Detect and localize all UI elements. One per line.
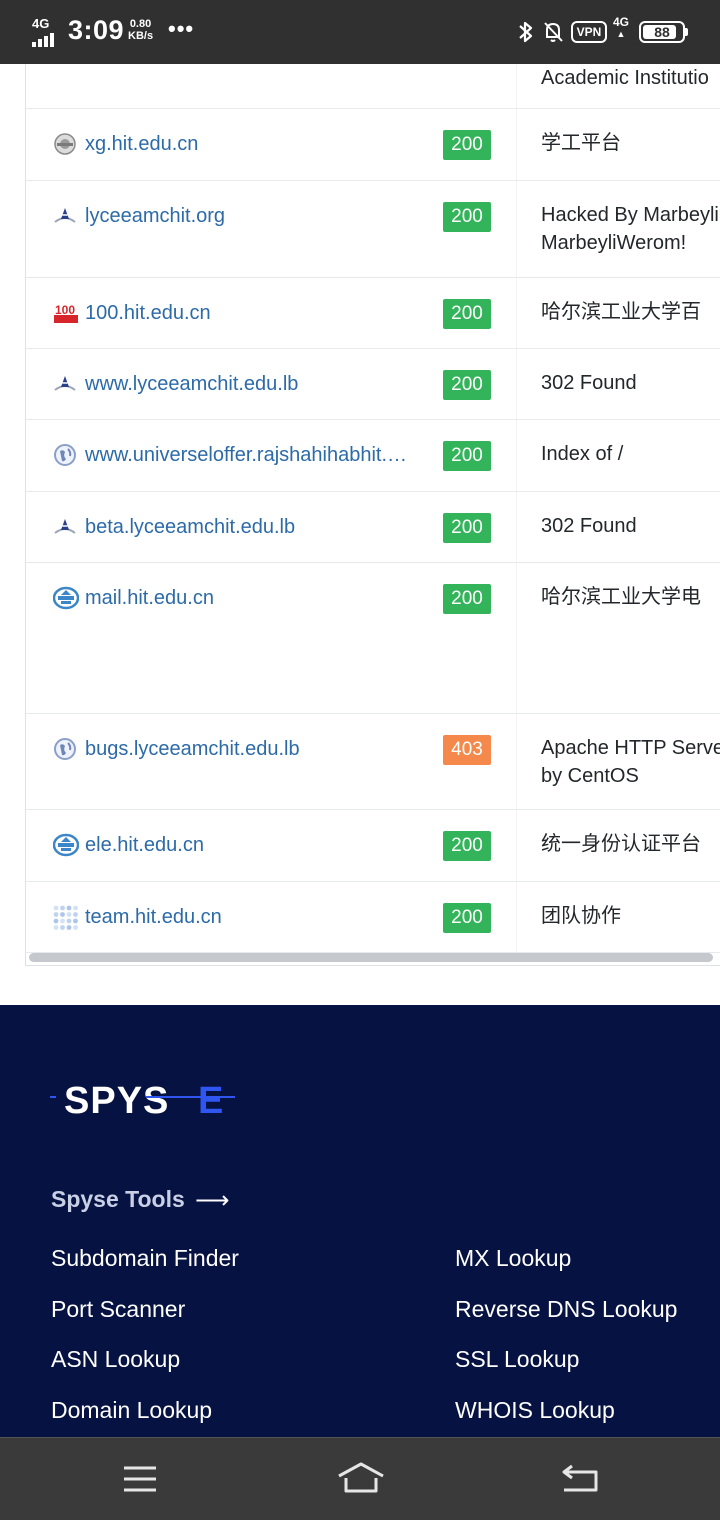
page-title-text: Apache HTTP Serve	[541, 737, 720, 759]
page-title-text-line2: by CentOS	[541, 765, 639, 787]
status-code-badge: 403	[443, 735, 491, 765]
status-code-badge: 200	[443, 903, 491, 933]
page-title-text: Academic Institutio	[541, 67, 709, 89]
more-notifications-icon: •••	[168, 16, 195, 41]
svg-text:E: E	[198, 1080, 223, 1119]
school-logo-icon	[53, 372, 77, 396]
table-row: mail.hit.edu.cn 200 哈尔滨工业大学电	[26, 563, 720, 714]
anniversary-icon: 100	[53, 301, 78, 325]
status-code-badge: 200	[443, 441, 491, 471]
table-row: bugs.lyceeamchit.edu.lb 403 Apache HTTP Se…	[26, 714, 720, 810]
footer-tool-link[interactable]: Domain Lookup	[51, 1397, 212, 1424]
android-navigation-bar	[0, 1437, 720, 1520]
menu-icon[interactable]	[118, 1458, 162, 1502]
footer-tool-link[interactable]: Port Scanner	[51, 1296, 185, 1323]
university-emblem-icon	[52, 833, 80, 857]
gear-emblem-icon	[53, 132, 77, 156]
footer-tool-link[interactable]: MX Lookup	[455, 1245, 571, 1272]
back-icon[interactable]	[558, 1458, 602, 1502]
status-code-badge: 200	[443, 299, 491, 329]
page-title-text: 302 Found	[541, 372, 637, 394]
vpn-indicator: VPN	[571, 21, 607, 43]
dots-grid-icon	[53, 905, 78, 930]
footer-tool-link[interactable]: ASN Lookup	[51, 1346, 180, 1373]
footer-tool-link[interactable]: Reverse DNS Lookup	[455, 1296, 677, 1323]
domain-link[interactable]: xg.hit.edu.cn	[85, 133, 198, 156]
status-code-badge: 200	[443, 130, 491, 160]
table-row: Academic Institutio	[26, 64, 720, 109]
page-title-text: 学工平台	[541, 132, 621, 154]
domain-link[interactable]: mail.hit.edu.cn	[85, 587, 214, 610]
school-logo-icon	[53, 515, 77, 539]
footer: SPYS E Spyse Tools ⟶ Subdomain Finder Por…	[0, 1005, 720, 1437]
battery-icon: 88	[639, 21, 688, 43]
page-title-text-line2: MarbeyliWerom!	[541, 232, 687, 254]
footer-tool-link[interactable]: WHOIS Lookup	[455, 1397, 615, 1424]
clock: 3:09	[68, 15, 125, 45]
status-code-badge: 200	[443, 513, 491, 543]
page-title-text: Hacked By Marbeyli	[541, 204, 719, 226]
table-row: www.universeloffer.rajshahihabhit.… 200 In…	[26, 420, 720, 492]
status-code-badge: 200	[443, 202, 491, 232]
school-logo-icon	[53, 204, 77, 228]
university-emblem-icon	[52, 586, 80, 610]
status-bar: 4G 3:09 0.80 KB/s ••• VPN 4G ▲ 88	[0, 0, 720, 64]
domain-link[interactable]: lyceeamchit.org	[85, 205, 225, 228]
table-row: lyceeamchit.org 200 Hacked By Marbeyli Marb…	[26, 181, 720, 278]
status-code-badge: 200	[443, 584, 491, 614]
mute-notifications-icon	[544, 22, 563, 42]
page-title-text: Index of /	[541, 443, 624, 465]
cellular-signal-icon: 4G	[30, 16, 54, 47]
globe-icon	[53, 443, 77, 467]
page-title-text: 团队协作	[541, 905, 621, 927]
page-title-text: 统一身份认证平台	[541, 833, 701, 855]
domain-link[interactable]: www.lyceeamchit.edu.lb	[85, 373, 298, 396]
domain-link[interactable]: 100.hit.edu.cn	[85, 302, 211, 325]
footer-tool-link[interactable]: Subdomain Finder	[51, 1245, 239, 1272]
domain-link[interactable]: beta.lyceeamchit.edu.lb	[85, 516, 295, 539]
bluetooth-icon	[519, 21, 533, 43]
page-title-text: 302 Found	[541, 515, 637, 537]
arrow-right-icon[interactable]: ⟶	[195, 1186, 229, 1215]
table-row: team.hit.edu.cn 200 团队协作	[26, 882, 720, 953]
table-row: ele.hit.edu.cn 200 统一身份认证平台	[26, 810, 720, 882]
footer-tool-link[interactable]: SSL Lookup	[455, 1346, 579, 1373]
domain-link[interactable]: team.hit.edu.cn	[85, 906, 222, 929]
network-speed: 0.80 KB/s	[128, 18, 154, 42]
mobile-data-icon: 4G ▲	[613, 15, 630, 39]
subdomains-table: Academic Institutio xg.hit.edu.cn 200 学工平台 l…	[25, 64, 720, 966]
home-icon[interactable]	[336, 1458, 386, 1502]
domain-link[interactable]: ele.hit.edu.cn	[85, 834, 204, 857]
page-title-text: 哈尔滨工业大学电	[541, 586, 701, 608]
globe-icon	[53, 737, 77, 761]
status-code-badge: 200	[443, 370, 491, 400]
horizontal-scrollbar[interactable]	[29, 953, 713, 962]
spyse-logo[interactable]: SPYS E	[50, 1077, 240, 1119]
status-code-badge: 200	[443, 831, 491, 861]
svg-text:100: 100	[55, 303, 75, 317]
table-row: 100 100.hit.edu.cn 200 哈尔滨工业大学百	[26, 278, 720, 349]
page-title-text: 哈尔滨工业大学百	[541, 301, 701, 323]
spyse-tools-heading[interactable]: Spyse Tools	[51, 1186, 185, 1213]
table-row: www.lyceeamchit.edu.lb 200 302 Found	[26, 349, 720, 420]
svg-text:SPYS: SPYS	[64, 1080, 169, 1119]
table-row: beta.lyceeamchit.edu.lb 200 302 Found	[26, 492, 720, 563]
table-row: xg.hit.edu.cn 200 学工平台	[26, 109, 720, 181]
domain-link[interactable]: bugs.lyceeamchit.edu.lb	[85, 738, 300, 761]
domain-link[interactable]: www.universeloffer.rajshahihabhit.…	[85, 444, 407, 467]
